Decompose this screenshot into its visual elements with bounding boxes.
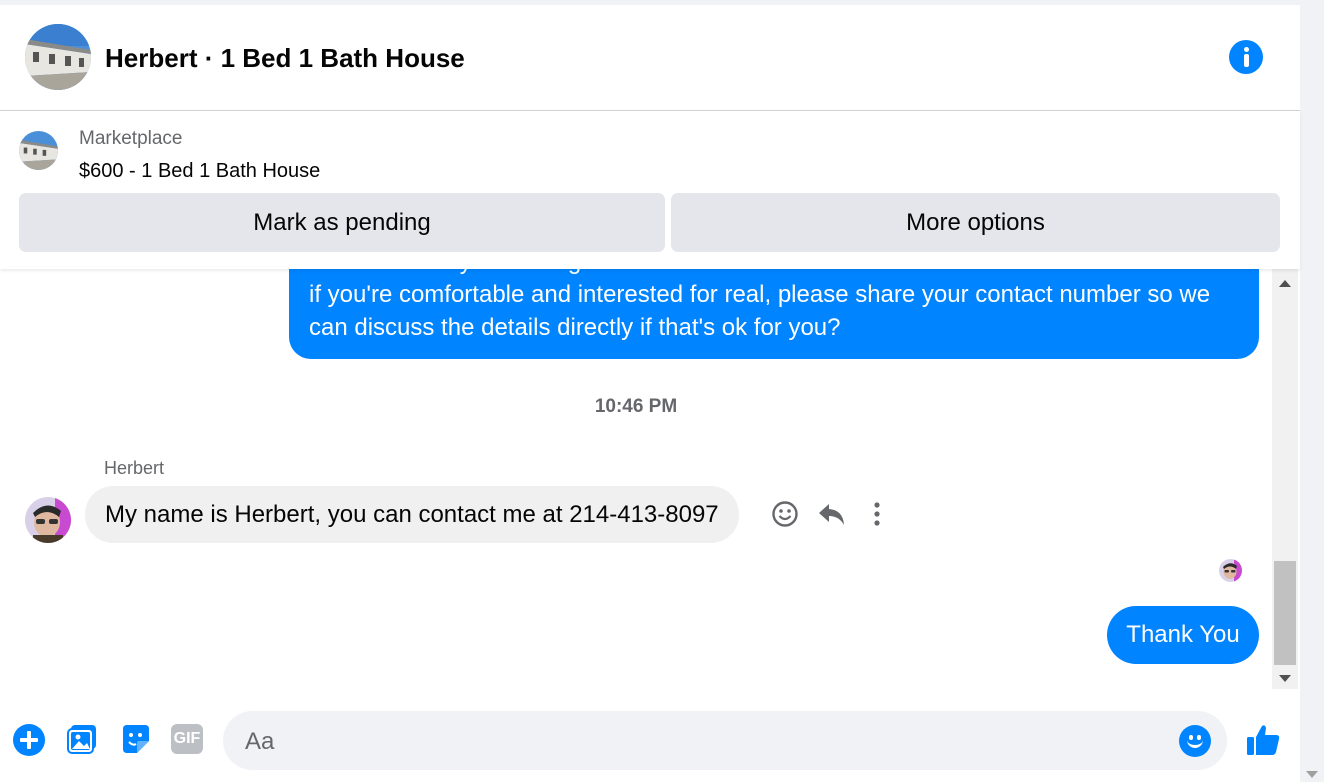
reply-icon[interactable] bbox=[817, 500, 845, 528]
emoji-icon[interactable] bbox=[1179, 725, 1211, 757]
message-input[interactable] bbox=[243, 711, 1177, 772]
marketplace-label: Marketplace bbox=[79, 128, 183, 149]
message-list[interactable]: how soon are you looking to move on? if … bbox=[0, 269, 1272, 689]
incoming-message: My name is Herbert, you can contact me a… bbox=[85, 486, 739, 543]
scrollbar[interactable] bbox=[1272, 269, 1298, 689]
message-timestamp: 10:46 PM bbox=[594, 396, 678, 417]
more-options-button[interactable]: More options bbox=[671, 193, 1280, 252]
thumbs-up-icon[interactable] bbox=[1245, 722, 1281, 758]
plus-icon[interactable] bbox=[13, 724, 45, 756]
scrollbar-thumb[interactable] bbox=[1274, 561, 1296, 665]
message-composer: GIF bbox=[0, 689, 1300, 782]
window-edge bbox=[1300, 0, 1324, 782]
listing-thumbnail[interactable] bbox=[19, 131, 58, 170]
info-icon[interactable] bbox=[1229, 40, 1263, 74]
listing-title[interactable]: $600 - 1 Bed 1 Bath House bbox=[79, 160, 320, 183]
sticker-icon[interactable] bbox=[119, 723, 151, 755]
outgoing-message: Thank You bbox=[1107, 606, 1259, 664]
message-line: how soon are you looking to move on? bbox=[309, 269, 1239, 278]
sender-name: Herbert bbox=[104, 458, 165, 478]
photo-icon[interactable] bbox=[66, 723, 98, 755]
message-line: if you're comfortable and interested for… bbox=[309, 281, 1211, 308]
seen-indicator-avatar bbox=[1219, 559, 1242, 582]
marketplace-panel: Marketplace $600 - 1 Bed 1 Bath House Ma… bbox=[0, 111, 1300, 269]
listing-avatar[interactable] bbox=[25, 24, 91, 90]
message-line: can discuss the details directly if that… bbox=[309, 314, 841, 341]
scroll-up-arrow-icon[interactable] bbox=[1279, 280, 1291, 287]
message-input-wrapper bbox=[223, 711, 1227, 772]
gif-icon[interactable]: GIF bbox=[171, 724, 203, 754]
outgoing-message: how soon are you looking to move on? if … bbox=[289, 269, 1259, 359]
scroll-down-arrow-icon[interactable] bbox=[1279, 675, 1291, 682]
more-vertical-icon[interactable] bbox=[867, 500, 895, 528]
mark-as-pending-button[interactable]: Mark as pending bbox=[19, 193, 665, 252]
react-emoji-icon[interactable] bbox=[771, 500, 799, 528]
conversation-title: Herbert · 1 Bed 1 Bath House bbox=[105, 43, 465, 73]
avatar[interactable] bbox=[25, 497, 71, 543]
conversation-header: Herbert · 1 Bed 1 Bath House bbox=[0, 5, 1300, 111]
